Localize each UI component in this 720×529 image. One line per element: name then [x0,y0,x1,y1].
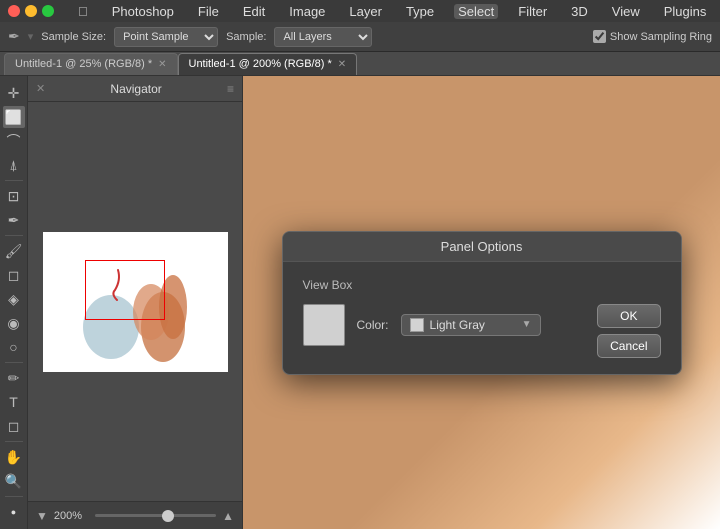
zoom-tool[interactable]: 🔍 [3,470,25,492]
hand-tool[interactable]: ✋ [3,446,25,468]
rectangle-select-tool[interactable]: ⬜ [3,106,25,128]
dialog-body: View Box Color: Light Gray ▼ [283,262,681,374]
tabs-bar: Untitled-1 @ 25% (RGB/8) * ✕ Untitled-1 … [0,52,720,76]
tools-separator [5,180,23,181]
menu-select[interactable]: Select [454,4,498,19]
zoom-value: 200% [54,510,89,522]
nav-preview [43,232,228,372]
dialog-buttons: OK Cancel [597,304,660,358]
dialog-section-title: View Box [303,278,661,292]
eyedropper-tool-icon: ✒ [8,28,20,45]
show-sampling-ring-checkbox[interactable] [593,30,606,43]
zoom-slider[interactable] [95,514,216,517]
menu-plugins[interactable]: Plugins [660,4,711,19]
navigator-panel: ✕ Navigator ≡ ▼ [28,76,243,529]
zoom-in-button[interactable]: ▲ [222,509,234,523]
close-button[interactable] [8,5,20,17]
menu-filter[interactable]: Filter [514,4,551,19]
move-tool[interactable]: ✛ [3,82,25,104]
color-name: Light Gray [430,318,516,332]
menu-bar:  Photoshop File Edit Image Layer Type S… [0,0,720,22]
main-area: ✛ ⬜ ⌒ ⍋ ⊡ ✒ 🖌 ◻ ◈ ◉ ○ ✏ T ◻ ✋ 🔍 ● ✕ Navi… [0,76,720,529]
tools-separator-5 [5,496,23,497]
color-row: Color: Light Gray ▼ [303,304,582,346]
menu-photoshop[interactable]: Photoshop [108,4,178,19]
zoom-out-button[interactable]: ▼ [36,509,48,523]
brush-tool[interactable]: 🖌 [3,240,25,262]
menu-type[interactable]: Type [402,4,438,19]
menu-edit[interactable]: Edit [239,4,269,19]
magic-wand-tool[interactable]: ⍋ [3,154,25,176]
dropdown-arrow-icon: ▼ [522,319,532,330]
tools-separator-2 [5,235,23,236]
tools-separator-4 [5,441,23,442]
eraser-tool[interactable]: ◻ [3,264,25,286]
nav-footer: ▼ 200% ▲ [28,501,242,529]
menu-image[interactable]: Image [285,4,329,19]
tab-close-icon[interactable]: ✕ [158,59,166,70]
minimize-button[interactable] [25,5,37,17]
panel-menu-icon[interactable]: ≡ [227,82,234,96]
panel-title: Navigator [110,82,161,96]
color-label: Color: [357,318,389,332]
eyedropper-tool[interactable]: ✒ [3,209,25,231]
tab-untitled1-200[interactable]: Untitled-1 @ 200% (RGB/8) * ✕ [178,53,358,75]
fullscreen-button[interactable] [42,5,54,17]
navigator-canvas [28,102,242,501]
menu-layer[interactable]: Layer [345,4,386,19]
canvas-area: Panel Options View Box Color: Light Gray [243,76,720,529]
tools-separator-3 [5,362,23,363]
color-swatch [410,318,424,332]
menu-3d[interactable]: 3D [567,4,592,19]
show-sampling-ring-label[interactable]: Show Sampling Ring [593,30,712,43]
lasso-tool[interactable]: ⌒ [3,130,25,152]
cancel-button[interactable]: Cancel [597,334,660,358]
tab-label: Untitled-1 @ 200% (RGB/8) * [189,58,332,70]
tool-options-divider: ▾ [28,30,34,43]
crop-tool[interactable]: ⊡ [3,185,25,207]
dialog-overlay: Panel Options View Box Color: Light Gray [243,76,720,529]
menu-view[interactable]: View [608,4,644,19]
sample-label: Sample: [226,31,266,43]
tab-untitled1-25[interactable]: Untitled-1 @ 25% (RGB/8) * ✕ [4,53,178,75]
dialog-title: Panel Options [441,239,523,254]
panel-header: ✕ Navigator ≡ [28,76,242,102]
tab-close-icon[interactable]: ✕ [338,59,346,70]
options-bar: ✒ ▾ Sample Size: Point Sample 3 by 3 Ave… [0,22,720,52]
text-tool[interactable]: T [3,391,25,413]
pen-tool[interactable]: ✏ [3,367,25,389]
panel-close-icon[interactable]: ✕ [36,82,45,95]
color-dropdown[interactable]: Light Gray ▼ [401,314,541,336]
color-preview-box [303,304,345,346]
nav-viewbox [85,260,165,320]
apple-logo-icon:  [78,4,88,19]
zoom-slider-thumb[interactable] [162,510,174,522]
foreground-color[interactable]: ● [3,501,25,523]
sample-size-label: Sample Size: [41,31,106,43]
ok-button[interactable]: OK [597,304,660,328]
gradient-tool[interactable]: ◈ [3,288,25,310]
traffic-lights [8,5,54,17]
dialog-titlebar: Panel Options [283,232,681,262]
sample-select[interactable]: All Layers Current Layer [274,27,372,47]
sample-size-select[interactable]: Point Sample 3 by 3 Average 5 by 5 Avera… [114,27,218,47]
menu-file[interactable]: File [194,4,223,19]
shape-tool[interactable]: ◻ [3,415,25,437]
tab-label: Untitled-1 @ 25% (RGB/8) * [15,58,152,70]
tools-panel: ✛ ⬜ ⌒ ⍋ ⊡ ✒ 🖌 ◻ ◈ ◉ ○ ✏ T ◻ ✋ 🔍 ● [0,76,28,529]
blur-tool[interactable]: ◉ [3,312,25,334]
dodge-tool[interactable]: ○ [3,336,25,358]
panel-options-dialog: Panel Options View Box Color: Light Gray [282,231,682,375]
